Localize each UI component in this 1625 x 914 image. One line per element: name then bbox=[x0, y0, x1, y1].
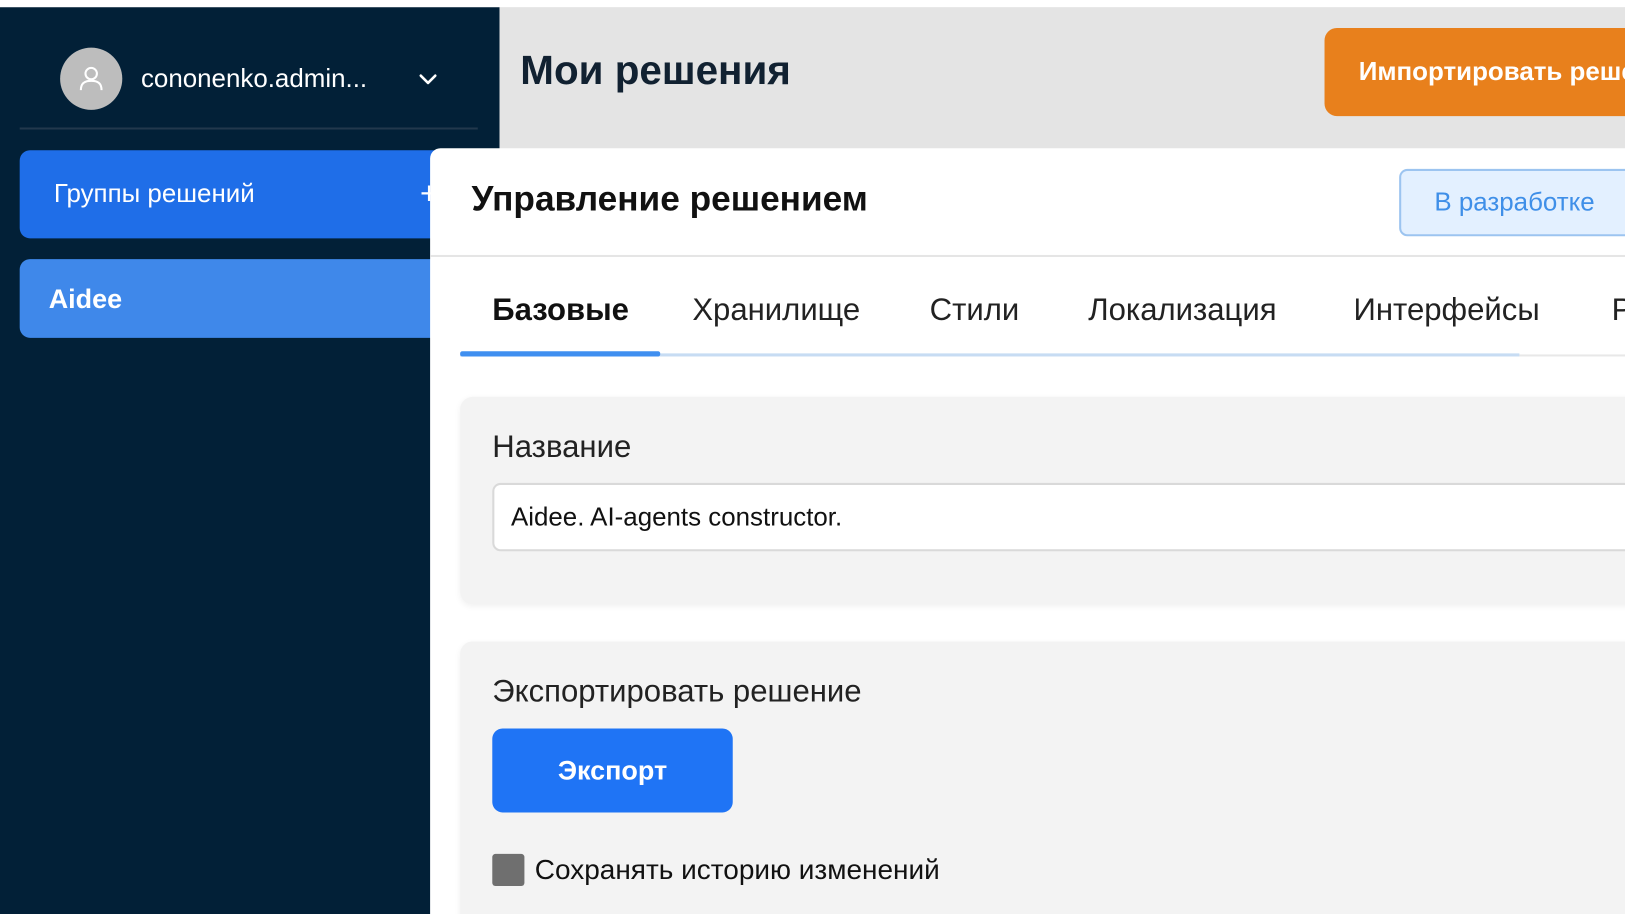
panel-title: Управление решением bbox=[471, 179, 868, 219]
sidebar-divider bbox=[19, 127, 478, 130]
sidebar-item-label: Aidee bbox=[48, 282, 123, 314]
sidebar: cononenko.admin... Группы решений + Aide… bbox=[0, 7, 500, 914]
history-option[interactable]: Сохранять историю изменений bbox=[492, 851, 940, 888]
export-button[interactable]: Экспорт bbox=[492, 728, 733, 813]
import-solution-button[interactable]: Импортировать реше bbox=[1324, 27, 1625, 117]
app-window: cononenko.admin... Группы решений + Aide… bbox=[0, 0, 1625, 914]
tab-bar: Базовые Хранилище Стили Локализация Инте… bbox=[460, 273, 1625, 358]
user-menu[interactable]: cononenko.admin... bbox=[60, 47, 454, 110]
screen: cononenko.admin... Группы решений + Aide… bbox=[0, 0, 1625, 914]
tab-more[interactable]: Р bbox=[1612, 293, 1625, 328]
solution-management-panel: Управление решением В разработке Базовые… bbox=[430, 148, 1625, 914]
sidebar-item-aidee[interactable]: Aidee bbox=[19, 259, 450, 338]
user-name[interactable]: cononenko.admin... bbox=[141, 64, 367, 94]
tab-interfaces[interactable]: Интерфейсы bbox=[1354, 293, 1540, 328]
status-button[interactable]: В разработке bbox=[1399, 168, 1625, 237]
history-checkbox-label[interactable]: Сохранять историю изменений bbox=[535, 853, 940, 885]
tab-basic[interactable]: Базовые bbox=[492, 293, 629, 328]
history-checkbox[interactable] bbox=[492, 853, 525, 886]
solution-name-input[interactable] bbox=[492, 482, 1625, 552]
tab-localization[interactable]: Локализация bbox=[1088, 293, 1276, 328]
page-header: Мои решения Импортировать реше bbox=[499, 7, 1625, 149]
solution-groups-button[interactable]: Группы решений + bbox=[19, 150, 450, 239]
export-label: Экспортировать решение bbox=[492, 674, 862, 709]
page-title: Мои решения bbox=[520, 48, 791, 94]
active-tab-indicator bbox=[460, 351, 661, 357]
top-strip bbox=[0, 0, 1625, 8]
tab-styles[interactable]: Стили bbox=[930, 293, 1020, 328]
chevron-down-icon[interactable] bbox=[416, 67, 441, 92]
user-icon bbox=[79, 66, 103, 91]
panel-header: Управление решением В разработке bbox=[430, 148, 1625, 258]
name-card: Название bbox=[460, 396, 1625, 605]
avatar[interactable] bbox=[60, 47, 123, 110]
tab-storage[interactable]: Хранилище bbox=[692, 293, 860, 328]
export-card: Экспортировать решение Экспорт Сохранять… bbox=[460, 641, 1625, 914]
solution-groups-label: Группы решений bbox=[53, 179, 255, 209]
name-label: Название bbox=[492, 430, 632, 465]
